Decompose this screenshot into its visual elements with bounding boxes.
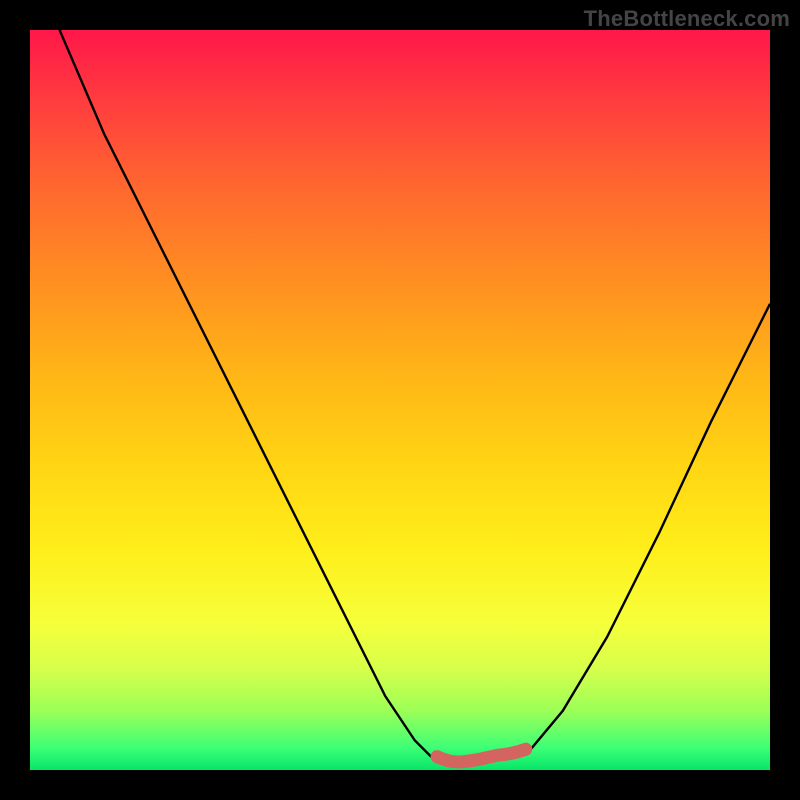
left-curve	[60, 30, 437, 763]
curve-layer	[30, 30, 770, 770]
watermark-text: TheBottleneck.com	[584, 6, 790, 32]
right-curve	[526, 304, 770, 755]
chart-frame: TheBottleneck.com	[0, 0, 800, 800]
plot-area	[30, 30, 770, 770]
bottom-segment	[437, 749, 526, 762]
